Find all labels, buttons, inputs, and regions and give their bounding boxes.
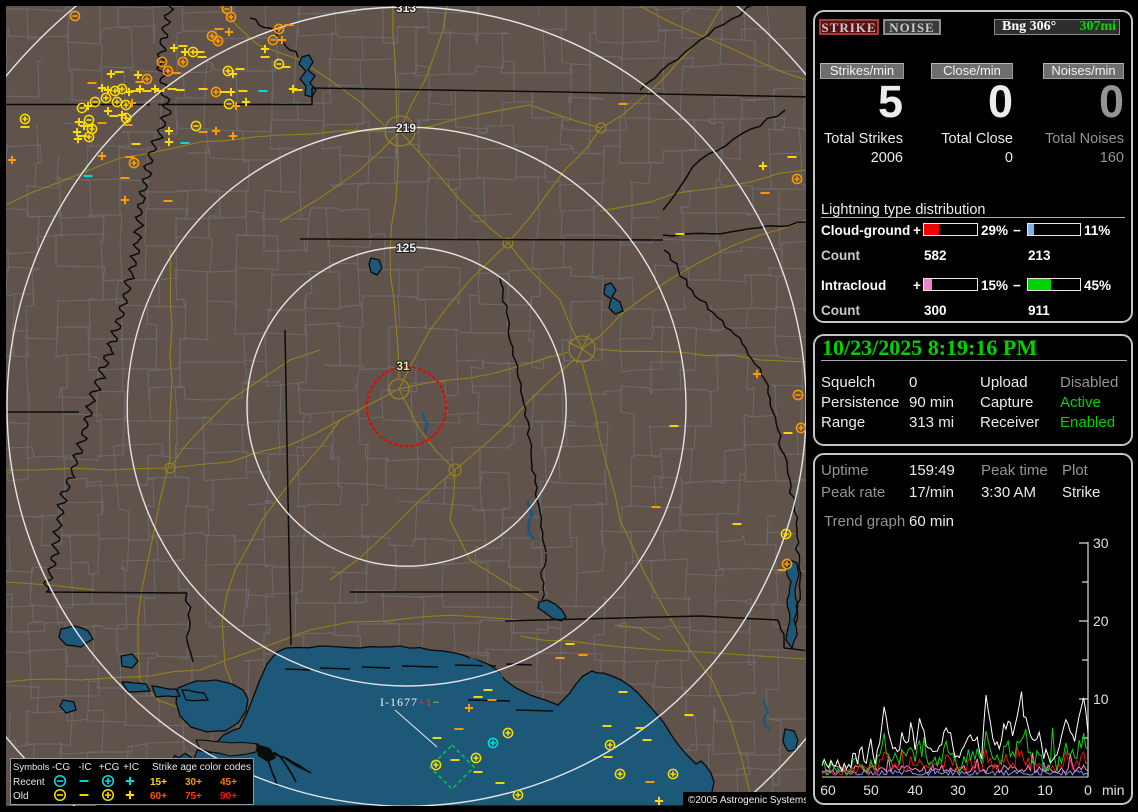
svg-text:60+: 60+ xyxy=(150,791,167,802)
svg-text:50: 50 xyxy=(863,782,879,798)
svg-text:©2005 Astrogenic Systems: ©2005 Astrogenic Systems xyxy=(688,795,806,806)
svg-text:Recent: Recent xyxy=(13,777,45,788)
svg-text:20: 20 xyxy=(993,782,1009,798)
svg-text:Old: Old xyxy=(13,791,29,802)
svg-text:45+: 45+ xyxy=(220,777,237,788)
svg-text:219: 219 xyxy=(396,121,416,135)
svg-text:90+: 90+ xyxy=(220,791,237,802)
svg-text:-IC: -IC xyxy=(78,762,91,773)
svg-text:31: 31 xyxy=(396,359,410,373)
svg-text:75+: 75+ xyxy=(185,791,202,802)
svg-text:30+: 30+ xyxy=(185,777,202,788)
svg-text:-CG: -CG xyxy=(52,762,71,773)
svg-text:min: min xyxy=(1102,782,1125,798)
svg-text:125: 125 xyxy=(396,241,416,255)
svg-text:+CG: +CG xyxy=(99,762,120,773)
svg-text:I-1677+1−: I-1677+1− xyxy=(380,695,441,709)
svg-text:Symbols: Symbols xyxy=(13,762,50,773)
svg-text:Strike age color codes: Strike age color codes xyxy=(152,762,251,773)
svg-text:40: 40 xyxy=(907,782,923,798)
svg-text:30: 30 xyxy=(1093,535,1109,551)
svg-text:0: 0 xyxy=(1084,782,1092,798)
svg-text:10: 10 xyxy=(1093,691,1109,707)
svg-text:313: 313 xyxy=(396,6,416,15)
svg-text:20: 20 xyxy=(1093,613,1109,629)
svg-text:+IC: +IC xyxy=(123,762,139,773)
svg-text:10: 10 xyxy=(1037,782,1053,798)
svg-text:15+: 15+ xyxy=(150,777,167,788)
svg-text:30: 30 xyxy=(950,782,966,798)
svg-text:60: 60 xyxy=(820,782,836,798)
